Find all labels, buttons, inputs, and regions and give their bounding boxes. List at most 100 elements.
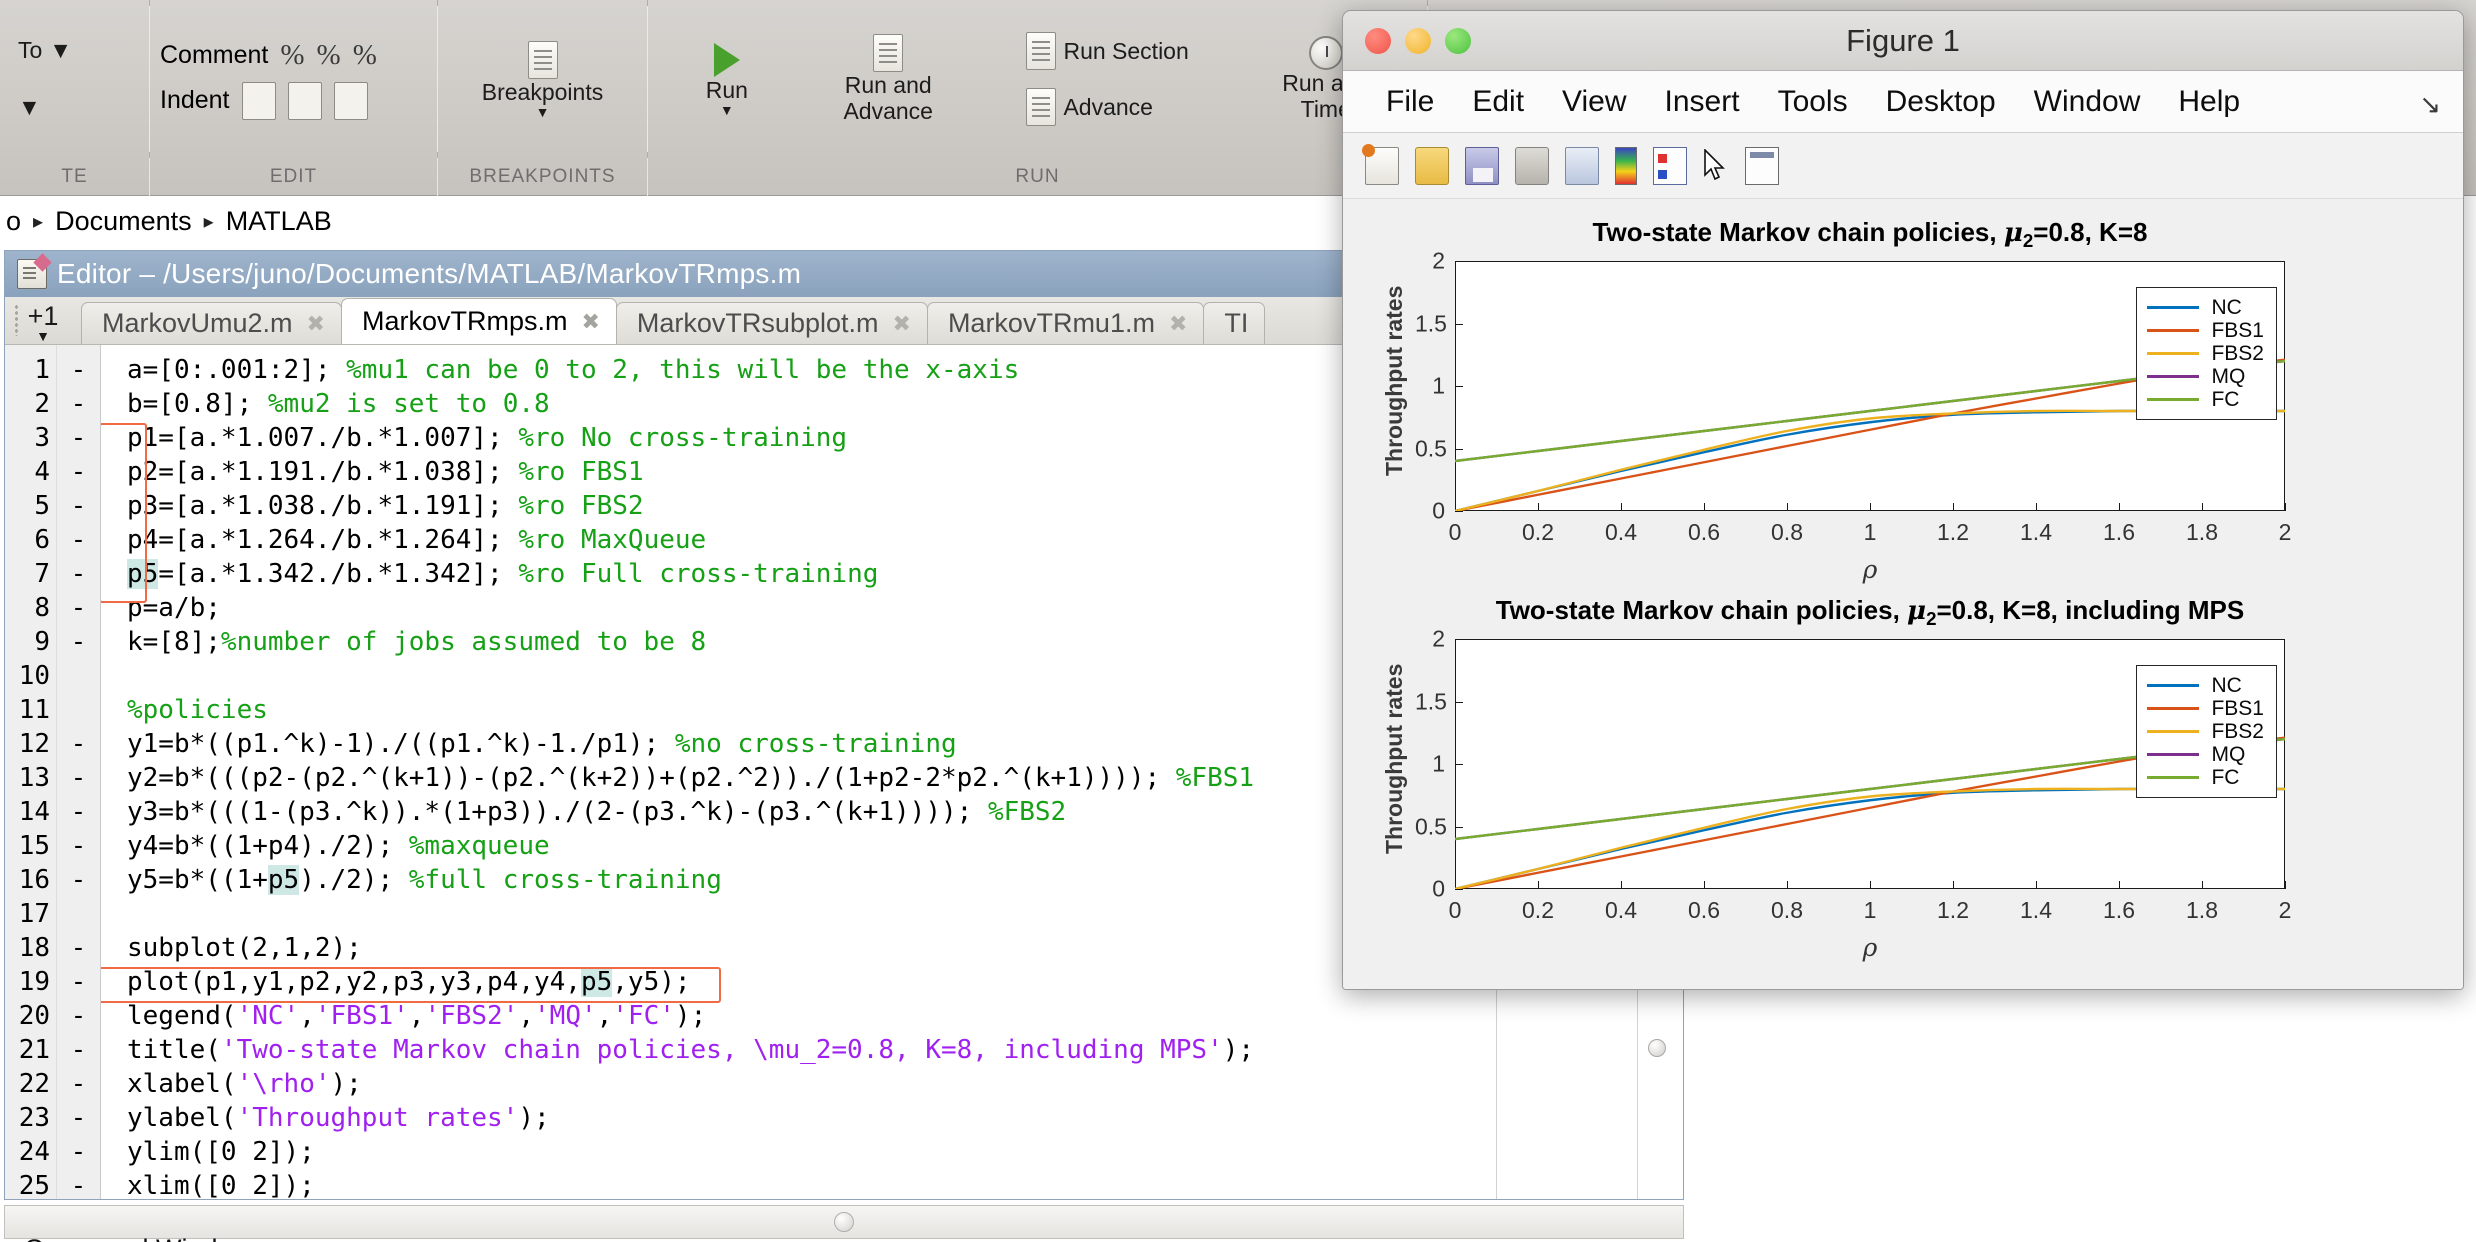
tab-markovumu2[interactable]: MarkovUmu2.m ✖ [81, 302, 342, 344]
pointer-icon[interactable] [1703, 147, 1729, 183]
x-axis-tick-label: 0.2 [1522, 897, 1554, 923]
x-axis-tick-label: 1 [1863, 519, 1877, 545]
open-file-icon[interactable] [1415, 146, 1449, 185]
breadcrumb-item-0[interactable]: o [0, 206, 27, 237]
save-figure-icon[interactable] [1465, 146, 1499, 185]
y-axis-tick-mark [1455, 889, 1463, 890]
y-axis-tick-label: 0.5 [1415, 435, 1447, 461]
tab-overflow-button[interactable]: +1 ▼ [5, 297, 81, 344]
menu-insert[interactable]: Insert [1646, 85, 1759, 119]
x-axis-tick-label: 1.8 [2186, 519, 2218, 545]
line-number: 6 [34, 525, 50, 555]
wrap-comment-icon[interactable]: % [353, 39, 377, 72]
new-figure-icon[interactable] [1362, 143, 1399, 185]
breadcrumb-item-1[interactable]: Documents [49, 206, 198, 237]
x-axis-tick-label: 0.6 [1688, 897, 1720, 923]
y-axis-tick-label: 0.5 [1415, 813, 1447, 839]
menu-file[interactable]: File [1367, 85, 1453, 119]
legend-icon[interactable] [1653, 146, 1687, 185]
menu-view[interactable]: View [1543, 85, 1645, 119]
advance-button[interactable]: Advance [1020, 86, 1194, 128]
executable-marker: - [70, 1103, 87, 1133]
breakpoints-label: Breakpoints [481, 78, 604, 105]
legend-entry: FC [2137, 388, 2276, 411]
chart-legend[interactable]: NC FBS1 FBS2 MQ FC [2136, 287, 2277, 420]
chart-legend[interactable]: NC FBS1 FBS2 MQ FC [2136, 665, 2277, 798]
run-and-advance-label: Run and Advance [843, 71, 933, 124]
menu-help[interactable]: Help [2159, 85, 2259, 119]
x-axis-tick-label: 1.6 [2103, 897, 2135, 923]
menu-window[interactable]: Window [2015, 85, 2160, 119]
code-line[interactable]: ylabel('Throughput rates'); [127, 1101, 1683, 1135]
line-number: 7 [34, 559, 50, 589]
x-axis-tick-label: 0.8 [1771, 519, 1803, 545]
legend-label: FC [2211, 387, 2240, 411]
breakpoints-button[interactable]: Breakpoints ▼ [474, 39, 611, 119]
close-icon[interactable]: ✖ [1169, 311, 1187, 337]
x-axis-tick-label: 0.4 [1605, 897, 1637, 923]
print-figure-icon[interactable] [1515, 146, 1549, 185]
legend-color-swatch [2147, 375, 2200, 378]
series-line-fbs2 [1455, 787, 2285, 889]
inspector-icon[interactable] [1745, 146, 1779, 185]
line-number: 22 [18, 1069, 50, 1099]
tab-markovtrsubplot[interactable]: MarkovTRsubplot.m ✖ [615, 302, 928, 344]
breadcrumb-item-2[interactable]: MATLAB [220, 206, 338, 237]
tab-extra[interactable]: TI [1203, 302, 1266, 344]
ribbon-section-navigate: TE [0, 158, 150, 196]
menu-desktop[interactable]: Desktop [1867, 85, 2015, 119]
code-line[interactable]: ylim([0 2]); [127, 1135, 1683, 1169]
legend-label: NC [2211, 673, 2242, 697]
series-line-fbs2 [1455, 409, 2285, 511]
line-number: 14 [18, 797, 50, 827]
colorbar-icon[interactable] [1615, 146, 1637, 185]
close-icon[interactable]: ✖ [581, 309, 599, 335]
splitter-grip-icon[interactable] [834, 1212, 854, 1232]
x-axis-tick-label: 0 [1448, 897, 1462, 923]
chart-title-text: Two-state Markov chain policies, [1495, 595, 1908, 625]
find-dropdown-button[interactable]: ▼ [12, 92, 47, 123]
run-section-button[interactable]: Run Section [1020, 30, 1194, 72]
export-setup-icon[interactable] [1565, 146, 1599, 185]
run-advance-icon [873, 33, 904, 72]
smart-indent-icon[interactable] [241, 81, 276, 120]
tab-markovtrmu1[interactable]: MarkovTRmu1.m ✖ [926, 302, 1205, 344]
tab-label: MarkovTRmu1.m [947, 308, 1155, 338]
executable-marker: - [70, 627, 87, 657]
pointer-arrow-glyph [1704, 147, 1725, 180]
code-line[interactable]: title('Two-state Markov chain policies, … [127, 1033, 1683, 1067]
legend-label: MQ [2211, 364, 2246, 388]
menu-tools[interactable]: Tools [1759, 85, 1867, 119]
run-button[interactable]: Run ▼ [698, 41, 756, 117]
code-line[interactable]: xlim([0 2]); [127, 1169, 1683, 1199]
figure-title-bar[interactable]: Figure 1 [1343, 11, 2463, 71]
series-line-nc [1455, 787, 2285, 889]
tab-markovtrmps[interactable]: MarkovTRmps.m ✖ [340, 298, 617, 344]
uncomment-icon[interactable]: % [317, 39, 341, 72]
legend-color-swatch [2147, 730, 2200, 733]
code-line[interactable]: legend('NC','FBS1','FBS2','MQ','FC'); [127, 999, 1683, 1033]
series-line-nc [1455, 409, 2285, 511]
menu-overflow-icon[interactable]: ↘ [2419, 89, 2441, 120]
legend-entry: FBS1 [2137, 697, 2276, 720]
legend-entry: FC [2137, 766, 2276, 789]
ribbon-groups: To ▼ ▼ Comment % % % Indent Breakpoints … [0, 0, 1428, 158]
ribbon-section-edit: EDIT [150, 158, 438, 196]
close-icon[interactable]: ✖ [893, 311, 911, 337]
run-and-advance-button[interactable]: Run and Advance [835, 32, 941, 127]
go-to-button[interactable]: To ▼ [12, 35, 78, 66]
mu-subscript: 2 [1926, 608, 1937, 630]
close-icon[interactable]: ✖ [307, 311, 325, 337]
indent-right-icon[interactable] [287, 81, 322, 120]
menu-edit[interactable]: Edit [1453, 85, 1543, 119]
mu-symbol: μ [1907, 596, 1927, 626]
figure-window[interactable]: Figure 1 File Edit View Insert Tools Des… [1342, 10, 2464, 990]
legend-label: FBS1 [2211, 318, 2264, 342]
code-line[interactable]: xlabel('\rho'); [127, 1067, 1683, 1101]
scrollbar-thumb[interactable] [1648, 1039, 1666, 1057]
legend-entry: FBS2 [2137, 720, 2276, 743]
line-number-gutter: 1 2 3 4 5 6 7 8 9 10 11 12 13 14 15 16 17 18 19 20 21 22 23 24 2… [5, 345, 57, 1199]
indent-left-icon[interactable] [333, 81, 368, 120]
comment-icon[interactable]: % [280, 39, 304, 72]
executable-marker: - [70, 525, 87, 555]
